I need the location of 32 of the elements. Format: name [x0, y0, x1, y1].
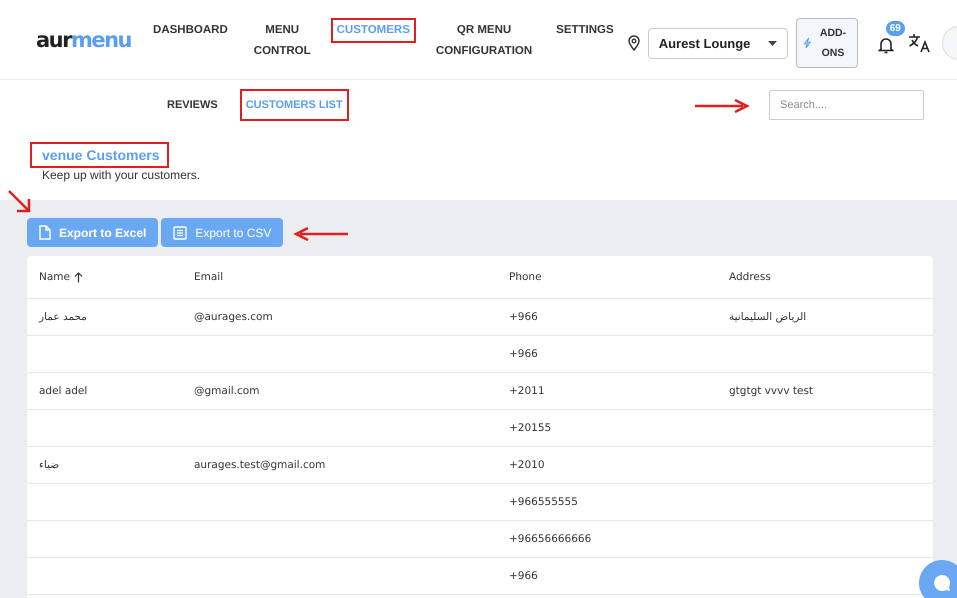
column-header[interactable]: Phone: [509, 271, 729, 283]
page-title: venue Customers: [30, 142, 170, 168]
column-header[interactable]: Email: [194, 271, 509, 283]
table-cell-text: +20155: [509, 422, 552, 434]
table-cell-text: @gmail.com: [194, 385, 260, 397]
table-cell-text: ضياء: [39, 459, 60, 471]
nav-tab[interactable]: QR MENU CONFIGURATION: [430, 18, 538, 64]
nav-tab[interactable]: MENU CONTROL: [248, 18, 317, 64]
table-cell-text: +96656666666: [509, 533, 592, 545]
add-ons-button[interactable]: ADD-ONS: [796, 18, 858, 68]
table-cell-text: +966: [509, 311, 539, 323]
notification-badge: 69: [886, 21, 905, 36]
table-cell-text: @aurages.com: [194, 311, 274, 323]
table-cell-text: +966: [509, 348, 539, 360]
table-cell-text: +966: [509, 570, 539, 582]
table-cell-text: gtgtgt vvvv test: [729, 385, 814, 397]
logo: aurmenu: [36, 30, 132, 51]
table-cell-text: محمد عمار: [39, 311, 88, 323]
table-cell-text: aurages.test@gmail.com: [194, 459, 326, 471]
nav-tab[interactable]: SETTINGS: [550, 18, 620, 43]
table-cell-text: adel adel: [39, 385, 88, 397]
venue-select[interactable]: Aurest Lounge: [648, 28, 788, 58]
table-cell-text: +2010: [509, 459, 546, 471]
table-cell-text: +2011: [509, 385, 546, 397]
table-cell-text: +966555555: [509, 496, 579, 508]
column-header[interactable]: Address: [729, 271, 933, 283]
page-subtitle: Keep up with your customers.: [42, 168, 202, 182]
sub-tab[interactable]: REVIEWS: [161, 89, 224, 121]
nav-tab[interactable]: DASHBOARD: [147, 18, 234, 43]
column-header[interactable]: Name: [39, 271, 194, 283]
search-field[interactable]: Search....: [769, 90, 924, 120]
table-cell-text: الرياض السليمانية: [729, 311, 808, 323]
